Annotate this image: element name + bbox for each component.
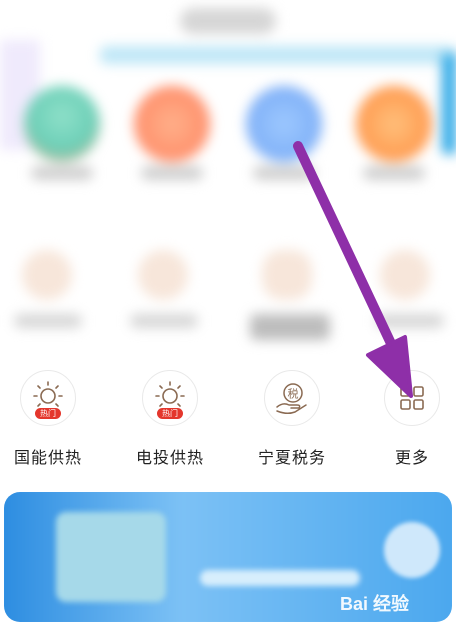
blurred-right-edge [442, 54, 456, 154]
service-label: 更多 [394, 450, 429, 467]
service-icon-container [384, 370, 440, 426]
blurred-service-icon-2[interactable] [138, 250, 188, 300]
blurred-app-icon-2[interactable] [134, 86, 210, 162]
hot-badge: 热门 [35, 408, 61, 419]
service-icon-container: 热门 [142, 370, 198, 426]
banner-illustration [56, 512, 166, 602]
blurred-app-label-2 [141, 166, 203, 180]
service-label: 宁夏税务 [257, 450, 326, 467]
service-icon-container: 热门 [20, 370, 76, 426]
tax-hand-icon: 税 [276, 383, 307, 415]
banner-badge [384, 522, 440, 578]
blurred-service-label-2 [130, 314, 198, 328]
blurred-app-icon-3[interactable] [246, 86, 322, 162]
blurred-app-icon-1[interactable] [24, 86, 100, 162]
service-guoneng-heating[interactable]: 热门 国能供热 [0, 362, 103, 472]
services-row: 热门 国能供热 热门 电投供热 税 宁夏税务 更多 [0, 362, 456, 472]
hot-badge: 热门 [157, 408, 183, 419]
blurred-banner-strip [100, 46, 456, 64]
grid-icon [400, 386, 424, 410]
blurred-app-label-1 [31, 166, 93, 180]
blurred-service-label-4 [376, 314, 444, 328]
service-label: 国能供热 [13, 450, 82, 467]
baidu-jingyan-watermark: Bai 经验 [340, 594, 410, 614]
blurred-app-icon-4[interactable] [356, 86, 432, 162]
tax-glyph: 税 [288, 387, 299, 401]
blurred-app-label-4 [363, 166, 425, 180]
blurred-app-label-3 [253, 166, 315, 180]
blurred-top-area [0, 0, 456, 340]
service-diantou-heating[interactable]: 热门 电投供热 [115, 362, 225, 472]
service-icon-container: 税 [264, 370, 320, 426]
banner-button[interactable] [200, 570, 360, 586]
blurred-service-label-3 [250, 314, 330, 340]
blurred-service-icon-3[interactable] [262, 250, 312, 300]
blurred-service-label-1 [14, 314, 82, 328]
service-ningxia-tax[interactable]: 税 宁夏税务 [237, 362, 347, 472]
service-more[interactable]: 更多 [357, 362, 456, 472]
blurred-page-title [180, 8, 276, 34]
blurred-service-icon-4[interactable] [380, 250, 430, 300]
blurred-service-icon-1[interactable] [22, 250, 72, 300]
service-label: 电投供热 [135, 450, 204, 467]
